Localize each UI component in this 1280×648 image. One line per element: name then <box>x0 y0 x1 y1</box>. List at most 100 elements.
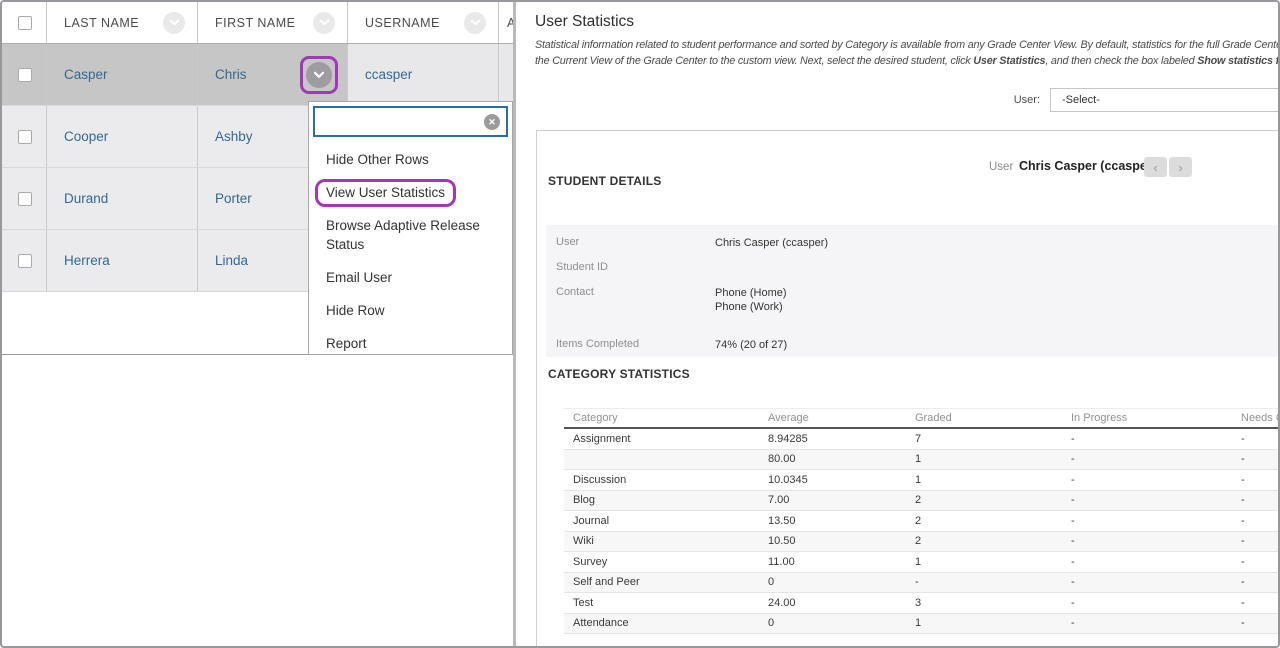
last-name-link[interactable]: Durand <box>64 191 108 206</box>
chevron-down-icon[interactable] <box>464 12 486 34</box>
menu-item-view-user-statistics[interactable]: View User Statistics <box>309 176 512 209</box>
stats-graded: - <box>915 576 1071 588</box>
student-details-box: User Chris Casper (ccasper) Student ID C… <box>546 225 1280 357</box>
user-statistics-panel: User Statistics Statistical information … <box>516 2 1280 648</box>
student-details-heading: STUDENT DETAILS <box>548 174 661 188</box>
stats-category: Assignment <box>564 433 768 445</box>
stats-in-progress: - <box>1071 515 1241 527</box>
stats-average: 7.00 <box>768 494 915 506</box>
stats-graded: 2 <box>915 535 1071 547</box>
column-header-first-name[interactable]: FIRST NAME <box>198 2 348 43</box>
user-filter-label: User: <box>978 94 1040 106</box>
stats-graded: 1 <box>915 453 1071 465</box>
detail-label: Contact <box>556 286 594 298</box>
detail-value: Phone (Home)Phone (Work) <box>715 286 787 314</box>
last-name-link[interactable]: Herrera <box>64 253 110 268</box>
stats-col-average: Average <box>768 412 915 424</box>
menu-item-hide-other-rows[interactable]: Hide Other Rows <box>309 143 512 176</box>
menu-search-input[interactable] <box>315 108 506 135</box>
menu-item-email-user[interactable]: Email User <box>309 261 512 294</box>
last-name-link[interactable]: Cooper <box>64 129 108 144</box>
last-name-cell: Cooper <box>47 106 198 167</box>
username-cell: ccasper <box>348 44 499 105</box>
last-name-link[interactable]: Casper <box>64 67 108 82</box>
stats-col-in-progress: In Progress <box>1071 412 1241 424</box>
partial-cell <box>499 44 513 105</box>
column-header-username[interactable]: USERNAME <box>348 2 499 43</box>
stats-in-progress: - <box>1071 474 1241 486</box>
row-context-menu-button[interactable] <box>306 62 332 88</box>
stats-in-progress: - <box>1071 576 1241 588</box>
stats-graded: 1 <box>915 556 1071 568</box>
stats-needs-grading: - <box>1241 597 1280 609</box>
highlight-ring <box>300 56 338 94</box>
statistics-card: User Chris Casper (ccasper) ‹ › STUDENT … <box>536 130 1280 648</box>
stats-col-category: Category <box>564 412 768 424</box>
stats-header-row: Category Average Graded In Progress Need… <box>564 408 1280 429</box>
page-title: User Statistics <box>535 13 634 31</box>
first-name-link[interactable]: Chris <box>215 67 247 82</box>
description-bold: User Statistics <box>973 55 1045 67</box>
row-checkbox-cell <box>2 44 47 105</box>
column-header-label: USERNAME <box>365 16 440 30</box>
stats-col-needs-grading: Needs Grading <box>1241 412 1280 424</box>
stats-average: 0 <box>768 576 915 588</box>
first-name-link[interactable]: Ashby <box>215 129 253 144</box>
detail-label: Items Completed <box>556 338 639 350</box>
stats-row: Attendance 0 1 - - <box>564 614 1280 635</box>
stats-category: Discussion <box>564 474 768 486</box>
username-link[interactable]: ccasper <box>365 67 412 82</box>
stats-graded: 1 <box>915 474 1071 486</box>
column-header-label: LAST NAME <box>64 16 139 30</box>
last-name-cell: Casper <box>47 44 198 105</box>
menu-item-report[interactable]: Report <box>309 327 512 360</box>
description-text: , and then check the box labeled <box>1045 55 1197 67</box>
stats-graded: 2 <box>915 494 1071 506</box>
stats-needs-grading: - <box>1241 535 1280 547</box>
row-checkbox-cell <box>2 168 47 229</box>
first-name-link[interactable]: Linda <box>215 253 248 268</box>
chevron-down-icon[interactable] <box>163 12 185 34</box>
row-checkbox[interactable] <box>18 192 32 206</box>
select-all-checkbox[interactable] <box>18 16 32 30</box>
stats-row: Assignment 8.94285 7 - - <box>564 429 1280 450</box>
table-header-row: LAST NAME FIRST NAME USERNAME A <box>2 2 513 44</box>
last-name-cell: Durand <box>47 168 198 229</box>
menu-item-hide-row[interactable]: Hide Row <box>309 294 512 327</box>
stats-needs-grading: - <box>1241 515 1280 527</box>
stats-col-graded: Graded <box>915 412 1071 424</box>
clear-search-icon[interactable]: ✕ <box>484 114 500 130</box>
stats-graded: 3 <box>915 597 1071 609</box>
stats-in-progress: - <box>1071 597 1241 609</box>
stats-in-progress: - <box>1071 494 1241 506</box>
menu-search-box: ✕ <box>313 106 508 137</box>
column-header-last-name[interactable]: LAST NAME <box>47 2 198 43</box>
stats-average: 24.00 <box>768 597 915 609</box>
stats-average: 0 <box>768 617 915 629</box>
chevron-down-icon[interactable] <box>313 12 335 34</box>
contact-phone-work: Phone (Work) <box>715 301 783 313</box>
user-nav-label: User <box>989 161 1013 173</box>
current-user-name: Chris Casper (ccasper) <box>1019 159 1156 173</box>
stats-average: 13.50 <box>768 515 915 527</box>
row-checkbox[interactable] <box>18 68 32 82</box>
stats-needs-grading: - <box>1241 453 1280 465</box>
first-name-link[interactable]: Porter <box>215 191 252 206</box>
stats-category: Attendance <box>564 617 768 629</box>
menu-item-browse-adaptive-release-status[interactable]: Browse Adaptive Release Status <box>309 209 512 261</box>
next-user-button[interactable]: › <box>1169 157 1192 177</box>
user-filter-select[interactable]: -Select- <box>1050 88 1280 112</box>
row-checkbox[interactable] <box>18 130 32 144</box>
row-checkbox-cell <box>2 230 47 291</box>
description-line-2: the Current View of the Grade Center to … <box>535 55 1280 67</box>
stats-needs-grading: - <box>1241 494 1280 506</box>
stats-category: Blog <box>564 494 768 506</box>
header-checkbox-cell <box>2 2 47 43</box>
previous-user-button[interactable]: ‹ <box>1144 157 1167 177</box>
stats-category: Wiki <box>564 535 768 547</box>
stats-needs-grading: - <box>1241 617 1280 629</box>
description-line-1: Statistical information related to stude… <box>535 39 1280 51</box>
stats-in-progress: - <box>1071 617 1241 629</box>
row-checkbox[interactable] <box>18 254 32 268</box>
stats-needs-grading: - <box>1241 576 1280 588</box>
